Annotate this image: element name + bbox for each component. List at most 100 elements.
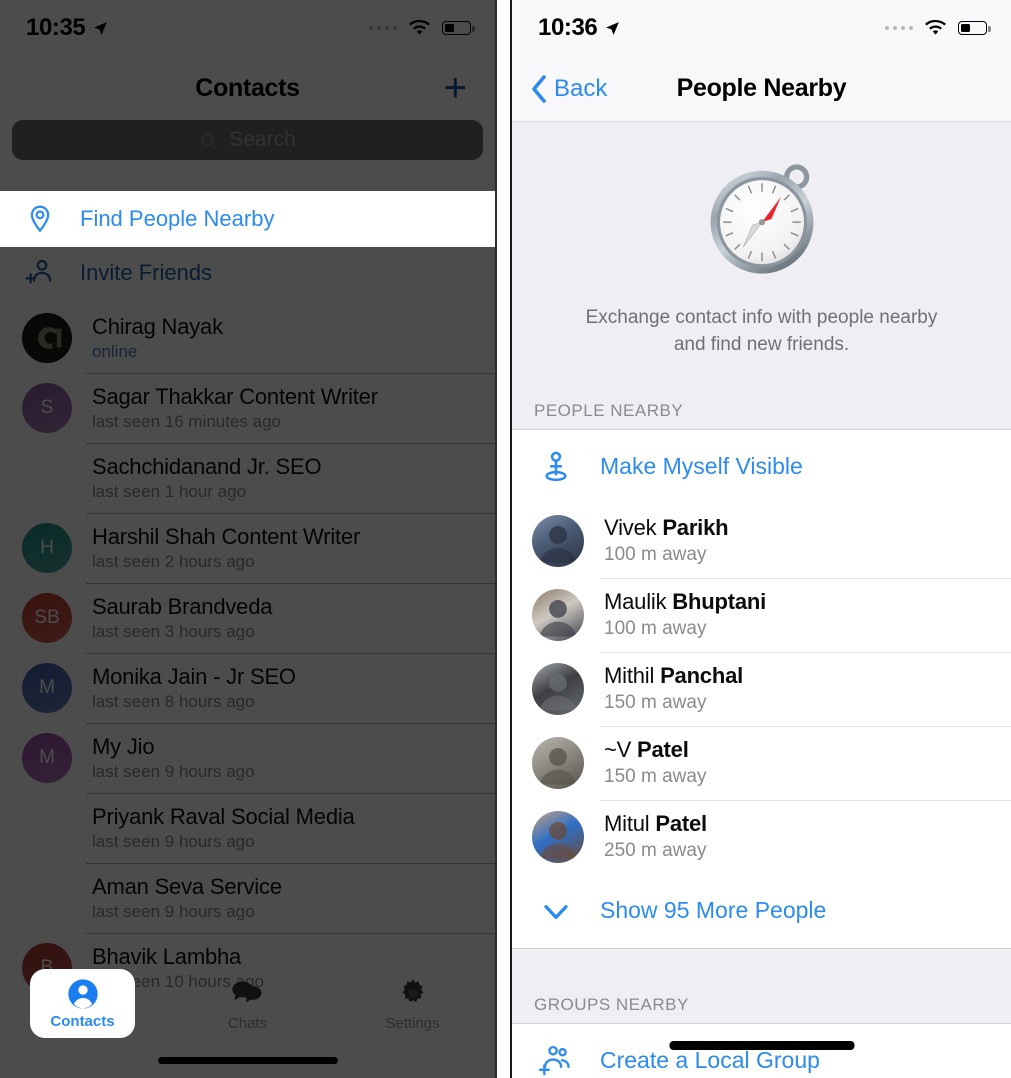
- contact-status: last seen 16 minutes ago: [92, 412, 282, 431]
- status-right-group-right: [884, 19, 991, 37]
- status-bar-right: 10:36: [512, 0, 1011, 56]
- status-left-group: 10:35: [26, 14, 109, 42]
- invite-friends-label: Invite Friends: [80, 259, 213, 285]
- tab-contacts-spotlight-label: Contacts: [50, 1012, 115, 1030]
- person-row[interactable]: ~V Patel 150 m away: [512, 725, 1011, 800]
- person-name: Maulik Bhuptani: [604, 589, 767, 615]
- contact-name: Saurab Brandveda: [92, 594, 273, 619]
- avatar: [532, 514, 584, 567]
- back-button[interactable]: Back: [512, 74, 607, 104]
- person-add-icon: [22, 257, 58, 289]
- contact-row[interactable]: Sachchidanand Jr. SEO last seen 1 hour ag…: [0, 443, 495, 513]
- find-people-nearby-label: Find People Nearby: [80, 206, 275, 231]
- hero-description: Exchange contact info with people nearby…: [512, 305, 1011, 359]
- status-bar-left: 10:35: [0, 0, 495, 56]
- contact-status: last seen 9 hours ago: [92, 902, 255, 921]
- contact-row[interactable]: M My Jio last seen 9 hours ago: [0, 723, 495, 793]
- contact-status: last seen 2 hours ago: [92, 552, 255, 571]
- person-name: ~V Patel: [604, 737, 689, 763]
- tab-chats-label: Chats: [227, 1014, 268, 1032]
- tab-chats[interactable]: Chats: [165, 960, 330, 1048]
- contact-text: Aman Seva Service last seen 9 hours ago: [92, 874, 282, 922]
- contacts-screen: 10:35 Contacts + Search Invite Friends C…: [0, 0, 497, 1078]
- person-text: Mitul Patel 250 m away: [604, 811, 707, 862]
- avatar: [532, 662, 584, 715]
- contact-text: Harshil Shah Content Writer last seen 2 h…: [92, 524, 360, 572]
- show-more-people-row[interactable]: Show 95 More People: [512, 874, 1011, 948]
- chevron-down-icon: [532, 894, 580, 928]
- search-input[interactable]: Search: [12, 120, 483, 160]
- person-distance: 250 m away: [604, 840, 707, 862]
- avatar: [532, 736, 584, 789]
- person-distance: 100 m away: [604, 544, 707, 566]
- people-list: Vivek Parikh 100 m away Maulik Bhuptani 100…: [512, 504, 1011, 874]
- contact-row[interactable]: SB Saurab Brandveda last seen 3 hours ago: [0, 583, 495, 653]
- person-row[interactable]: Maulik Bhuptani 100 m away: [512, 577, 1011, 652]
- contact-name: Priyank Raval Social Media: [92, 804, 355, 829]
- contact-row[interactable]: Chirag Nayak online: [0, 303, 495, 373]
- contact-name: Sagar Thakkar Content Writer: [92, 384, 378, 409]
- home-indicator-left: [157, 1057, 338, 1064]
- home-indicator-right: [669, 1041, 854, 1050]
- groups-nearby-card: Create a Local Group Put Me In Touch Wit…: [512, 1022, 1011, 1078]
- avatar: [22, 313, 72, 363]
- contact-row[interactable]: Priyank Raval Social Media last seen 9 ho…: [0, 793, 495, 863]
- contact-text: My Jio last seen 9 hours ago: [92, 734, 255, 782]
- location-arrow-icon: [606, 21, 620, 35]
- person-text: Mithil Panchal 150 m away: [604, 663, 743, 714]
- battery-icon: [958, 21, 991, 35]
- person-distance: 100 m away: [604, 618, 707, 640]
- contacts-navbar: Contacts +: [0, 56, 495, 120]
- contact-status: last seen 9 hours ago: [92, 762, 255, 781]
- contact-row[interactable]: S Sagar Thakkar Content Writer last seen 1…: [0, 373, 495, 443]
- avatar: H: [22, 523, 72, 573]
- search-container: Search: [0, 120, 495, 174]
- contact-row[interactable]: Aman Seva Service last seen 9 hours ago: [0, 863, 495, 933]
- status-time: 10:35: [26, 14, 86, 41]
- tab-contacts-spotlight[interactable]: Contacts: [30, 969, 135, 1038]
- person-name: Mitul Patel: [604, 811, 707, 837]
- contact-text: Chirag Nayak online: [92, 314, 223, 362]
- tab-settings-label: Settings: [385, 1014, 440, 1032]
- contact-status: last seen 3 hours ago: [92, 622, 255, 641]
- contact-text: Sagar Thakkar Content Writer last seen 16…: [92, 384, 378, 432]
- make-myself-visible-row[interactable]: Make Myself Visible: [512, 430, 1011, 504]
- compass-icon: [710, 164, 813, 274]
- contact-name: Harshil Shah Content Writer: [92, 524, 361, 549]
- person-name: Vivek Parikh: [604, 515, 729, 541]
- contact-name: Sachchidanand Jr. SEO: [92, 454, 322, 479]
- person-text: ~V Patel 150 m away: [604, 737, 706, 788]
- find-people-nearby-row[interactable]: Find People Nearby: [0, 191, 495, 247]
- contact-row[interactable]: M Monika Jain - Jr SEO last seen 8 hours a…: [0, 653, 495, 723]
- person-name: Mithil Panchal: [604, 663, 744, 689]
- avatar: SB: [22, 593, 72, 643]
- status-right-group: [368, 19, 475, 37]
- wifi-icon: [925, 19, 946, 35]
- avatar: M: [22, 733, 72, 783]
- person-distance: 150 m away: [604, 766, 707, 788]
- people-add-icon: [532, 1042, 580, 1078]
- avatar: [532, 810, 584, 863]
- tab-settings[interactable]: Settings: [330, 960, 495, 1048]
- contact-name: Chirag Nayak: [92, 314, 223, 339]
- groups-nearby-header: GROUPS NEARBY: [512, 990, 1011, 1023]
- person-row[interactable]: Mithil Panchal 150 m away: [512, 651, 1011, 726]
- person-row[interactable]: Mitul Patel 250 m away: [512, 799, 1011, 874]
- hero-section: Exchange contact info with people nearby…: [512, 122, 1011, 385]
- contact-name: Monika Jain - Jr SEO: [92, 664, 296, 689]
- invite-friends-row[interactable]: Invite Friends: [0, 242, 495, 303]
- contact-status: online: [92, 342, 138, 361]
- add-contact-button[interactable]: +: [444, 68, 467, 108]
- search-placeholder: Search: [229, 128, 296, 151]
- people-nearby-navbar: Back People Nearby: [512, 56, 1011, 122]
- status-left-group-right: 10:36: [538, 14, 621, 42]
- person-text: Vivek Parikh 100 m away: [604, 515, 729, 566]
- contacts-list: Invite Friends Chirag Nayak online S Sagar T…: [0, 186, 495, 1003]
- contact-row[interactable]: H Harshil Shah Content Writer last seen 2 …: [0, 513, 495, 583]
- avatar: [22, 803, 72, 853]
- create-local-group-row[interactable]: Create a Local Group: [512, 1024, 1011, 1078]
- person-row[interactable]: Vivek Parikh 100 m away: [512, 504, 1011, 578]
- contact-name: Aman Seva Service: [92, 874, 282, 899]
- person-text: Maulik Bhuptani 100 m away: [604, 589, 766, 640]
- avatar: S: [22, 383, 72, 433]
